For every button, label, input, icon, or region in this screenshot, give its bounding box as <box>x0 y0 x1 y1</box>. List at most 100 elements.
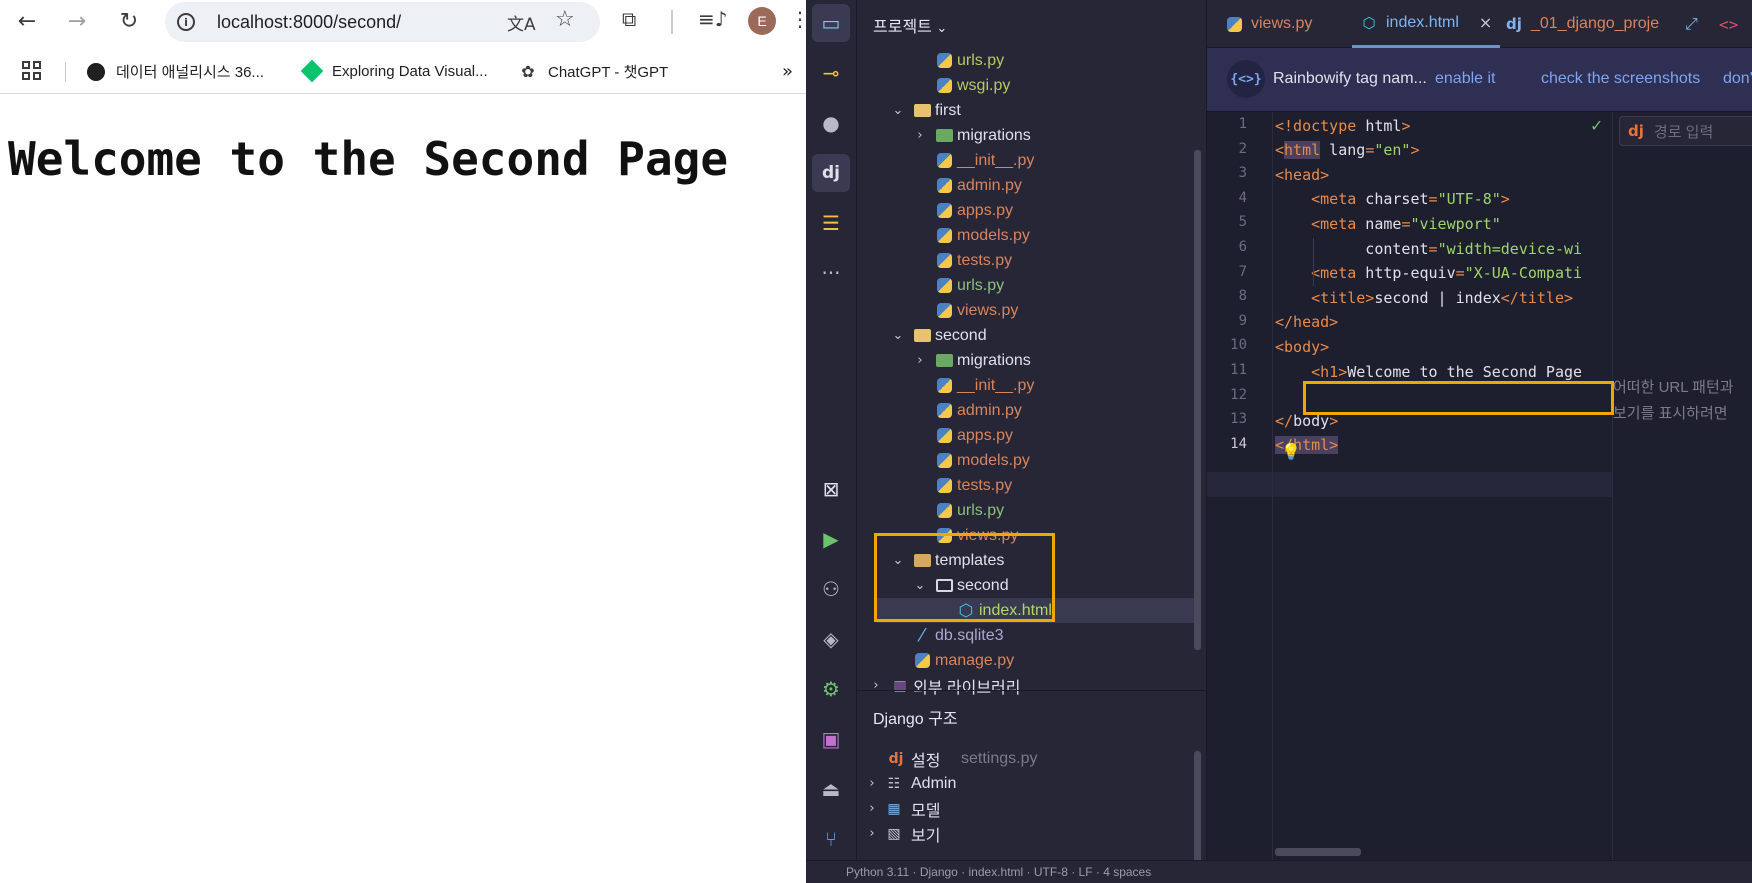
project-title[interactable]: 프로젝트 ⌄ <box>873 13 947 37</box>
tab-index-html[interactable]: ⬡ index.html × <box>1352 0 1501 48</box>
tree-item[interactable]: __init__.py <box>857 373 1197 398</box>
commit-icon[interactable]: ⊸ <box>812 54 850 92</box>
tree-item[interactable]: ⬡ index.html <box>877 598 1195 623</box>
reload-button[interactable]: ↻ <box>114 6 144 36</box>
enable-link[interactable]: enable it <box>1435 70 1496 88</box>
tree-item-label: db.sqlite3 <box>935 626 1004 644</box>
tree-item[interactable]: ⁄ db.sqlite3 <box>857 623 1197 648</box>
code-line[interactable]: <meta name = "viewport" <box>1275 211 1501 236</box>
code-line[interactable]: </body > <box>1275 408 1338 433</box>
django-icon[interactable]: dj <box>812 154 850 192</box>
project-scrollbar[interactable] <box>1194 150 1201 650</box>
tree-item[interactable]: › migrations <box>857 123 1197 148</box>
chevron-down-icon[interactable]: ⌄ <box>913 578 927 593</box>
layers-icon[interactable]: ◈ <box>812 620 850 658</box>
profile-avatar[interactable]: E <box>748 7 776 35</box>
code-line[interactable]: <meta http-equiv = "X-UA-Compati <box>1275 261 1582 286</box>
bookmark-item[interactable]: 데이터 애널리시스 36... <box>86 61 264 82</box>
more-tools-icon[interactable]: ··· <box>812 254 850 292</box>
tree-item[interactable]: tests.py <box>857 473 1197 498</box>
tree-item[interactable]: tests.py <box>857 248 1197 273</box>
tree-item[interactable]: admin.py <box>857 173 1197 198</box>
tree-item[interactable]: wsgi.py <box>857 73 1197 98</box>
tree-item[interactable]: ⌄ second <box>857 573 1197 598</box>
code-line[interactable]: < html lang = "en" > <box>1275 138 1420 163</box>
python-console-icon[interactable]: ⚇ <box>812 570 850 608</box>
tree-item[interactable]: models.py <box>857 223 1197 248</box>
django-views-item[interactable]: › ▧ 보기 <box>857 821 1187 846</box>
django-settings-item[interactable]: dj 설정 settings.py <box>857 746 1187 771</box>
code-line[interactable]: <!doctype html > <box>1275 113 1410 138</box>
horizontal-scrollbar[interactable] <box>1275 848 1361 856</box>
code-line[interactable]: content = "width=device-wi <box>1275 236 1582 261</box>
tree-item[interactable]: ⌄ second <box>857 323 1197 348</box>
django-admin-item[interactable]: › ☷ Admin <box>857 771 1187 796</box>
bookmark-star-icon[interactable]: ☆ <box>555 7 575 32</box>
code-token: <!doctype <box>1275 116 1366 135</box>
tree-item[interactable]: views.py <box>857 523 1197 548</box>
url-text[interactable]: localhost:8000/second/ <box>217 12 401 33</box>
tree-item[interactable]: models.py <box>857 448 1197 473</box>
code-line[interactable]: <h1> Welcome to the Second Page <box>1275 359 1582 384</box>
code-line[interactable]: <body> <box>1275 334 1329 359</box>
chevron-down-icon[interactable]: ⌄ <box>891 328 905 343</box>
tree-item[interactable]: __init__.py <box>857 148 1197 173</box>
tree-item[interactable]: urls.py <box>857 273 1197 298</box>
forward-button[interactable]: → <box>62 6 92 36</box>
more-bookmarks-icon[interactable]: » <box>782 61 793 82</box>
hint-text: 어떠한 URL 패턴과 <box>1613 379 1734 396</box>
tree-item[interactable]: urls.py <box>857 498 1197 523</box>
site-info-icon[interactable]: i <box>177 13 195 31</box>
tree-item[interactable]: › migrations <box>857 348 1197 373</box>
lightbulb-icon[interactable]: 💡 <box>1281 442 1301 461</box>
chevron-right-icon[interactable]: › <box>913 128 927 143</box>
run-icon[interactable]: ▶ <box>812 520 850 558</box>
chevron-right-icon[interactable]: › <box>913 353 927 368</box>
tree-item[interactable]: ⌄ templates <box>857 548 1197 573</box>
code-line[interactable]: </head> <box>1275 310 1338 335</box>
path-input[interactable]: dj 경로 입력 <box>1619 116 1752 146</box>
chevron-down-icon[interactable]: ⌄ <box>891 553 905 568</box>
excel-icon[interactable]: ⊠ <box>812 470 850 508</box>
expand-icon[interactable]: ⤢ <box>1685 0 1698 48</box>
settings-icon[interactable]: ⚙ <box>812 670 850 708</box>
chevron-down-icon[interactable]: ⌄ <box>891 103 905 118</box>
tree-item[interactable]: apps.py <box>857 198 1197 223</box>
tree-item[interactable]: ⌄ first <box>857 98 1197 123</box>
python-icon <box>913 652 931 670</box>
address-bar[interactable]: i localhost:8000/second/ 文A ☆ <box>165 2 600 42</box>
translate-icon[interactable]: 文A <box>507 10 536 35</box>
indent-guide <box>1313 238 1314 286</box>
tab-views-py[interactable]: views.py <box>1225 0 1312 48</box>
git-icon[interactable]: ⑂ <box>812 820 850 858</box>
code-editor[interactable]: <!doctype html > < html lang = "en" > <head> <m… <box>1273 112 1613 883</box>
terminal-icon[interactable]: ▣ <box>812 720 850 758</box>
bookmark-item[interactable]: Exploring Data Visual... <box>300 59 488 83</box>
django-structure-scrollbar[interactable] <box>1194 751 1201 871</box>
back-button[interactable]: ← <box>12 6 42 36</box>
tree-item[interactable]: admin.py <box>857 398 1197 423</box>
status-text: Python 3.11 · Django · index.html · UTF-… <box>846 865 1152 879</box>
code-token: "UTF-8" <box>1437 190 1501 209</box>
dont-link[interactable]: don't <box>1723 70 1752 88</box>
services-icon[interactable]: ⏏ <box>812 770 850 808</box>
structure-icon[interactable]: ☰ <box>812 204 850 242</box>
apps-grid-icon[interactable] <box>22 61 41 80</box>
code-line[interactable]: <head> <box>1275 162 1329 187</box>
tab-django-project[interactable]: dj _01_django_proje <box>1505 0 1659 48</box>
project-view-icon[interactable]: ▭ <box>812 4 850 42</box>
tree-item[interactable]: views.py <box>857 298 1197 323</box>
extensions-icon[interactable]: ⧉ <box>622 7 636 31</box>
tree-item[interactable]: apps.py <box>857 423 1197 448</box>
github-icon[interactable]: ● <box>812 104 850 142</box>
bookmark-item[interactable]: ✿ ChatGPT - 챗GPT <box>518 61 668 82</box>
code-line[interactable]: <meta charset = "UTF-8" > <box>1275 187 1510 212</box>
close-icon[interactable]: × <box>1479 13 1492 32</box>
media-control-icon[interactable]: ≡♪ <box>698 7 728 31</box>
code-view-icon[interactable]: <> <box>1719 0 1738 48</box>
tree-item[interactable]: urls.py <box>857 48 1197 73</box>
code-line[interactable]: <title> second | index </title> <box>1275 285 1573 310</box>
screenshots-link[interactable]: check the screenshots <box>1541 70 1700 88</box>
django-models-item[interactable]: › ▦ 모델 <box>857 796 1187 821</box>
tree-item[interactable]: manage.py <box>857 648 1197 673</box>
